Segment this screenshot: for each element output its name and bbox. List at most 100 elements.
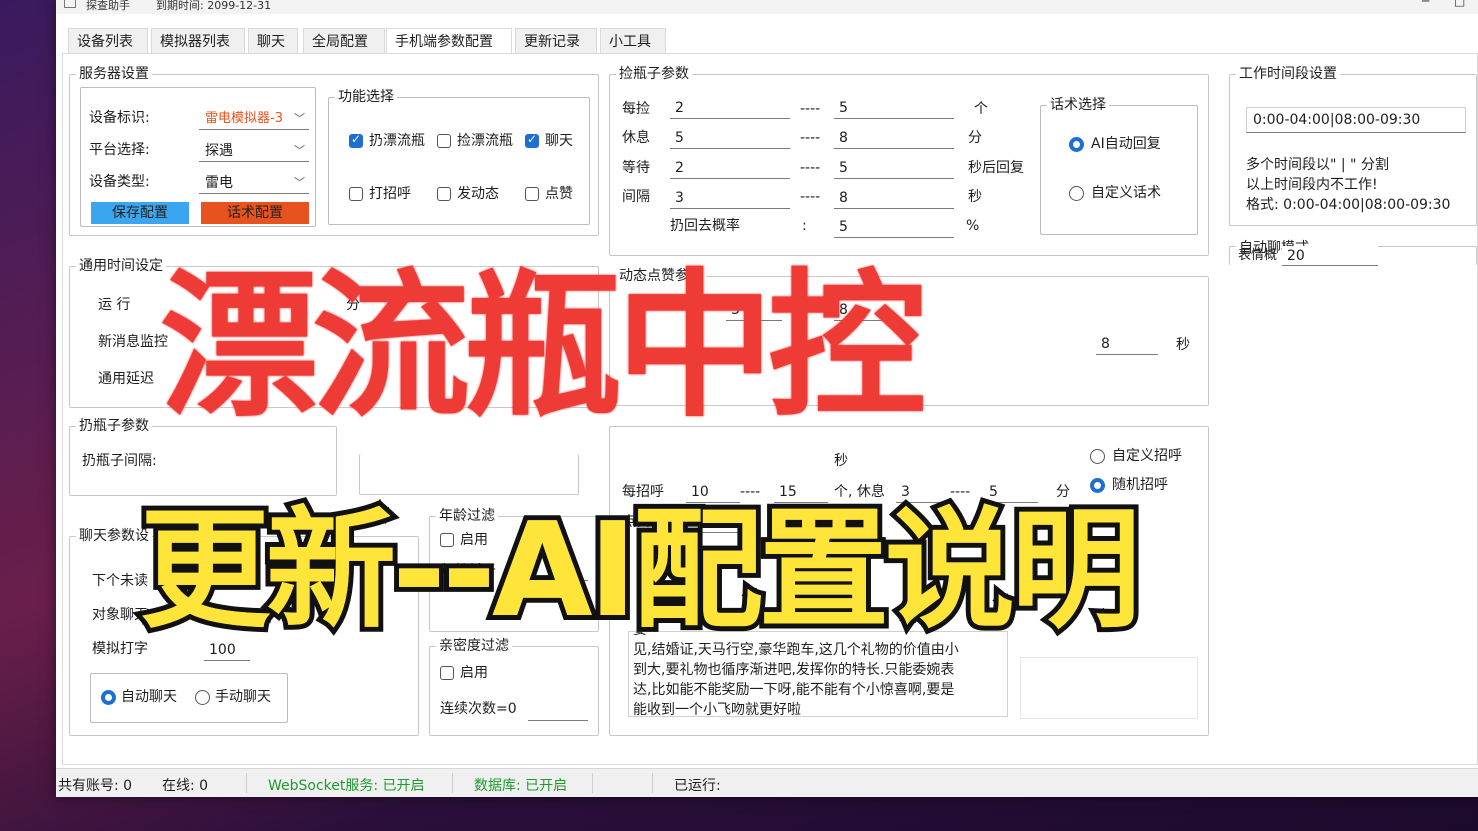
- status-bar: 共有账号: 0 在线: 0 WebSocket服务: 已开启 数据库: 已开启 …: [56, 768, 1478, 797]
- dynamic-like-seconds[interactable]: 8: [1096, 333, 1158, 355]
- manual-chat-radio[interactable]: [195, 690, 210, 705]
- pick-params-legend: 捡瓶子参数: [616, 65, 692, 83]
- pick-every-min[interactable]: 2: [670, 97, 790, 119]
- intimacy-filter-enable-label: 启用: [460, 665, 488, 681]
- intimacy-count-label: 连续次数=0: [440, 701, 517, 717]
- minimize-icon[interactable]: ─: [1422, 0, 1429, 8]
- platform-label: 平台选择:: [89, 142, 150, 158]
- pick-wait-sep: ----: [800, 160, 821, 176]
- custom-greet-radio[interactable]: [1090, 449, 1105, 464]
- custom-speech-radio[interactable]: [1069, 186, 1084, 201]
- tab-device-list[interactable]: 设备列表: [68, 28, 148, 55]
- device-id-select[interactable]: 雷电模拟器-3 ﹀: [199, 108, 309, 130]
- prompt-line-4: 能收到一个小飞吻就更好啦: [633, 702, 801, 717]
- tab-changelog[interactable]: 更新记录: [515, 28, 597, 55]
- pick-rest-unit: 分: [968, 130, 982, 146]
- prompt-line-2: 到大,要礼物也循序渐进吧,发挥你的特长.只能委婉表: [633, 662, 955, 678]
- ai-reply-radio[interactable]: [1069, 137, 1084, 152]
- intimacy-filter-group: 亲密度过滤 启用 连续次数=0: [429, 637, 599, 736]
- pick-interval-unit: 秒: [968, 189, 982, 205]
- emoji-prob-label: 表情概: [1238, 248, 1278, 263]
- custom-speech-label: 自定义话术: [1091, 185, 1161, 201]
- common-delay-label: 通用延迟: [98, 371, 154, 387]
- emoji-prob-input[interactable]: 20: [1282, 246, 1378, 266]
- like-checkbox[interactable]: [525, 187, 539, 201]
- pick-interval-label: 间隔: [622, 189, 650, 205]
- pick-wait-max[interactable]: 5: [834, 157, 954, 179]
- speech-select-legend: 话术选择: [1047, 96, 1109, 114]
- throw-back-prob-unit: %: [966, 218, 980, 234]
- chat-checkbox[interactable]: [525, 132, 539, 148]
- auto-chat-mode-group: 自动聊模式 表情概 20: [1229, 239, 1477, 266]
- overlay-subtitle: 更新--AI配置说明 更新--AI配置说明: [135, 494, 1146, 646]
- chevron-down-icon: ﹀: [294, 112, 305, 125]
- chat-label: 聊天: [545, 133, 573, 149]
- status-divider: [452, 773, 453, 793]
- pick-interval-max[interactable]: 8: [834, 187, 954, 209]
- device-type-select[interactable]: 雷电 ﹀: [199, 172, 309, 194]
- device-type-value: 雷电: [205, 175, 233, 191]
- save-config-button[interactable]: 保存配置: [91, 202, 189, 224]
- feature-select-legend: 功能选择: [335, 88, 397, 106]
- custom-greet-label: 自定义招呼: [1112, 448, 1182, 464]
- work-time-legend: 工作时间段设置: [1236, 65, 1340, 83]
- pick-interval-min[interactable]: 3: [670, 187, 790, 209]
- ai-reply-label: AI自动回复: [1091, 136, 1161, 152]
- work-time-note-2: 以上时间段内不工作!: [1246, 177, 1378, 193]
- work-time-note-1: 多个时间段以" | " 分割: [1246, 157, 1389, 173]
- throw-bottle-label: 扔漂流瓶: [369, 133, 425, 149]
- throw-back-prob-label: 扔回去概率: [670, 218, 740, 234]
- pick-wait-label: 等待: [622, 160, 650, 176]
- throw-params-right-box: [359, 454, 579, 495]
- websocket-status: WebSocket服务: 已开启: [268, 778, 425, 794]
- overlay-title: 漂流瓶中控: [160, 255, 926, 439]
- tab-tools[interactable]: 小工具: [600, 28, 666, 55]
- intimacy-filter-checkbox[interactable]: [440, 666, 454, 680]
- auto-chat-label: 自动聊天: [121, 689, 177, 705]
- intimacy-count-input[interactable]: [528, 699, 588, 721]
- throw-back-prob-input[interactable]: 5: [834, 216, 954, 238]
- pick-params-group: 捡瓶子参数 每捡 2 ---- 5 个 休息 5 ---- 8 分 等待 2 -…: [609, 65, 1209, 256]
- status-divider: [246, 773, 247, 793]
- pick-bottle-checkbox[interactable]: [437, 134, 451, 148]
- status-divider: [652, 773, 653, 793]
- pick-rest-label: 休息: [622, 130, 650, 146]
- random-greet-radio[interactable]: [1090, 478, 1105, 493]
- work-time-input[interactable]: 0:00-04:00|08:00-09:30: [1246, 107, 1466, 133]
- manual-chat-label: 手动聊天: [215, 689, 271, 705]
- pick-interval-sep: ----: [800, 189, 821, 205]
- overlay-subtitle-fill: 更新--AI配置说明: [140, 494, 1141, 646]
- uptime-label: 已运行:: [674, 778, 721, 794]
- device-type-label: 设备类型:: [89, 174, 150, 190]
- tab-emulator-list[interactable]: 模拟器列表: [151, 28, 245, 55]
- pick-rest-max[interactable]: 8: [834, 127, 954, 149]
- new-msg-monitor-label: 新消息监控: [98, 334, 168, 350]
- pick-every-sep: ----: [800, 101, 821, 117]
- throw-params-legend: 扔瓶子参数: [76, 417, 152, 435]
- greet-checkbox[interactable]: [349, 187, 363, 201]
- script-config-button[interactable]: 话术配置: [201, 202, 309, 224]
- pick-rest-min[interactable]: 5: [670, 127, 790, 149]
- throw-bottle-checkbox[interactable]: [349, 132, 363, 148]
- tab-mobile-params[interactable]: 手机端参数配置: [386, 28, 512, 56]
- greet-sec-label: 秒: [834, 453, 848, 469]
- app-icon: [64, 0, 76, 8]
- tab-chat[interactable]: 聊天: [248, 28, 298, 55]
- post-dynamic-checkbox[interactable]: [437, 187, 451, 201]
- like-label: 点赞: [545, 186, 573, 202]
- pick-wait-min[interactable]: 2: [670, 157, 790, 179]
- maximize-icon[interactable]: □: [1454, 0, 1465, 8]
- side-empty-box: [1020, 657, 1198, 719]
- status-divider: [592, 773, 593, 793]
- server-settings-legend: 服务器设置: [76, 65, 152, 83]
- dynamic-like-unit: 秒: [1176, 337, 1190, 353]
- throw-back-prob-colon: :: [802, 218, 807, 234]
- platform-value: 探遇: [205, 143, 233, 159]
- auto-chat-radio[interactable]: [101, 690, 116, 705]
- pick-every-max[interactable]: 5: [834, 97, 954, 119]
- tab-global-config[interactable]: 全局配置: [303, 28, 385, 55]
- device-id-label: 设备标识:: [89, 110, 150, 126]
- app-title: 探查助手: [86, 0, 130, 12]
- prompt-line-3: 达,比如能不能奖励一下呀,能不能有个小惊喜啊,要是: [633, 682, 955, 698]
- platform-select[interactable]: 探遇 ﹀: [199, 140, 309, 162]
